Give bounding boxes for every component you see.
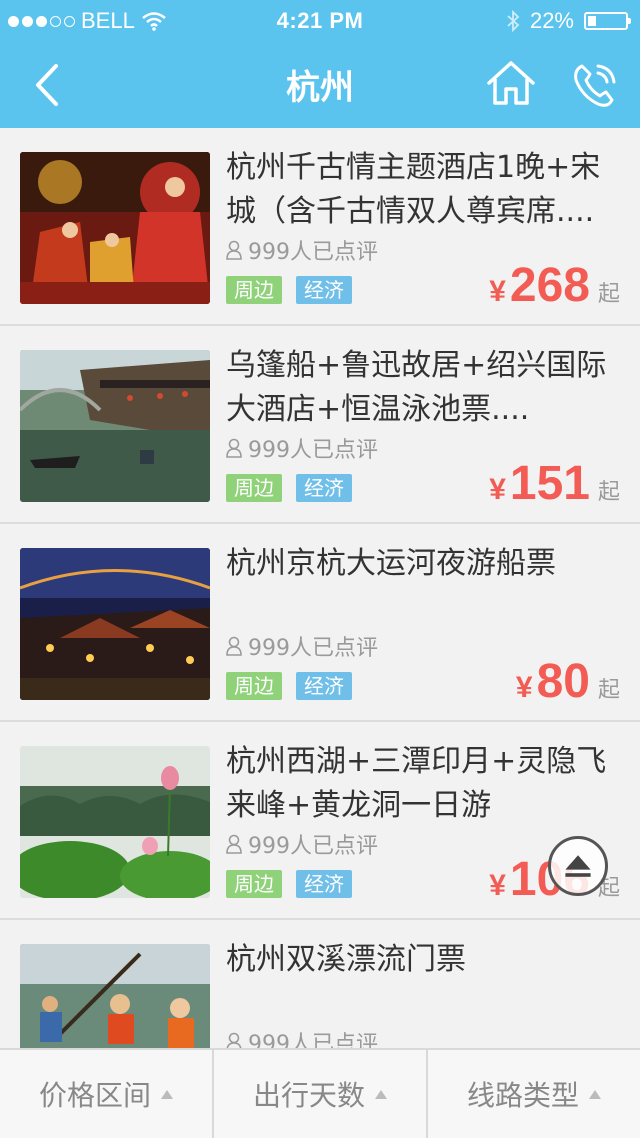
price-from-label: 起 (597, 677, 620, 702)
product-thumbnail (20, 152, 210, 304)
battery-icon (584, 12, 631, 30)
review-text: 999人已点评 (248, 834, 378, 859)
item-price: ¥ 80 起 (516, 654, 620, 709)
home-icon[interactable] (484, 56, 538, 110)
user-icon (226, 834, 242, 854)
item-tags: 周边 经济 (226, 474, 352, 502)
tag-economy: 经济 (296, 672, 352, 700)
item-price: ¥ 151 起 (489, 456, 620, 511)
currency-symbol: ¥ (489, 473, 506, 506)
item-title: 杭州京杭大运河夜游船票 (226, 546, 556, 581)
item-tags: 周边 经济 (226, 276, 352, 304)
nav-bar: 杭州 (0, 40, 640, 128)
review-text: 999人已点评 (248, 240, 378, 265)
price-from-label: 起 (597, 281, 620, 306)
item-title: 乌篷船+鲁迅故居+绍兴国际大酒店+恒温泳池票.... (226, 348, 607, 427)
filter-price-range[interactable]: 价格区间 (0, 1050, 214, 1138)
product-list: 杭州千古情主题酒店1晚+宋城（含千古情双人尊宾席.... 999人已点评 周边 … (0, 128, 640, 1118)
price-amount: 151 (509, 457, 590, 510)
item-title: 杭州双溪漂流门票 (226, 942, 466, 977)
product-thumbnail (20, 548, 210, 700)
currency-symbol: ¥ (489, 275, 506, 308)
phone-icon[interactable] (568, 58, 622, 112)
item-title: 杭州千古情主题酒店1晚+宋城（含千古情双人尊宾席.... (226, 150, 601, 229)
item-price: ¥ 268 起 (489, 258, 620, 313)
currency-symbol: ¥ (489, 869, 506, 902)
product-thumbnail (20, 350, 210, 502)
user-icon (226, 636, 242, 656)
item-tags: 周边 经济 (226, 870, 352, 898)
tag-nearby: 周边 (226, 870, 282, 898)
tag-nearby: 周边 (226, 672, 282, 700)
scroll-to-top-button[interactable] (548, 836, 608, 896)
filter-label: 价格区间 (38, 1079, 151, 1112)
tag-nearby: 周边 (226, 474, 282, 502)
review-count: 999人已点评 (226, 630, 378, 662)
tag-economy: 经济 (296, 276, 352, 304)
tag-economy: 经济 (296, 870, 352, 898)
page-title: 杭州 (286, 68, 354, 108)
price-from-label: 起 (597, 479, 620, 504)
review-count: 999人已点评 (226, 234, 378, 266)
item-tags: 周边 经济 (226, 672, 352, 700)
triangle-up-icon (375, 1089, 387, 1099)
tag-nearby: 周边 (226, 276, 282, 304)
price-amount: 80 (536, 655, 590, 708)
user-icon (226, 240, 242, 260)
filter-trip-days[interactable]: 出行天数 (214, 1050, 428, 1138)
status-bar: BELL 4:21 PM 22% (0, 0, 640, 40)
currency-symbol: ¥ (515, 671, 533, 704)
price-amount: 268 (509, 259, 590, 312)
product-thumbnail (20, 746, 210, 898)
review-text: 999人已点评 (248, 636, 378, 661)
list-item[interactable]: 杭州千古情主题酒店1晚+宋城（含千古情双人尊宾席.... 999人已点评 周边 … (0, 128, 640, 326)
list-item[interactable]: 杭州京杭大运河夜游船票 999人已点评 周边 经济 ¥ 80 起 (0, 524, 640, 722)
filter-bar: 价格区间 出行天数 线路类型 (0, 1048, 640, 1138)
filter-label: 线路类型 (466, 1079, 579, 1112)
triangle-up-icon (589, 1089, 601, 1099)
list-item[interactable]: 乌篷船+鲁迅故居+绍兴国际大酒店+恒温泳池票.... 999人已点评 周边 经济… (0, 326, 640, 524)
bluetooth-icon (507, 10, 520, 32)
filter-route-type[interactable]: 线路类型 (428, 1050, 640, 1138)
battery-percent: 22% (529, 8, 574, 33)
item-title: 杭州西湖+三潭印月+灵隐飞来峰+黄龙洞一日游 (226, 744, 607, 823)
triangle-up-icon (161, 1089, 173, 1099)
list-item[interactable]: 杭州西湖+三潭印月+灵隐飞来峰+黄龙洞一日游 999人已点评 周边 经济 ¥ 1… (0, 722, 640, 920)
review-count: 999人已点评 (226, 432, 378, 464)
review-count: 999人已点评 (226, 828, 378, 860)
user-icon (226, 438, 242, 458)
filter-label: 出行天数 (252, 1079, 365, 1112)
tag-economy: 经济 (296, 474, 352, 502)
review-text: 999人已点评 (248, 438, 378, 463)
